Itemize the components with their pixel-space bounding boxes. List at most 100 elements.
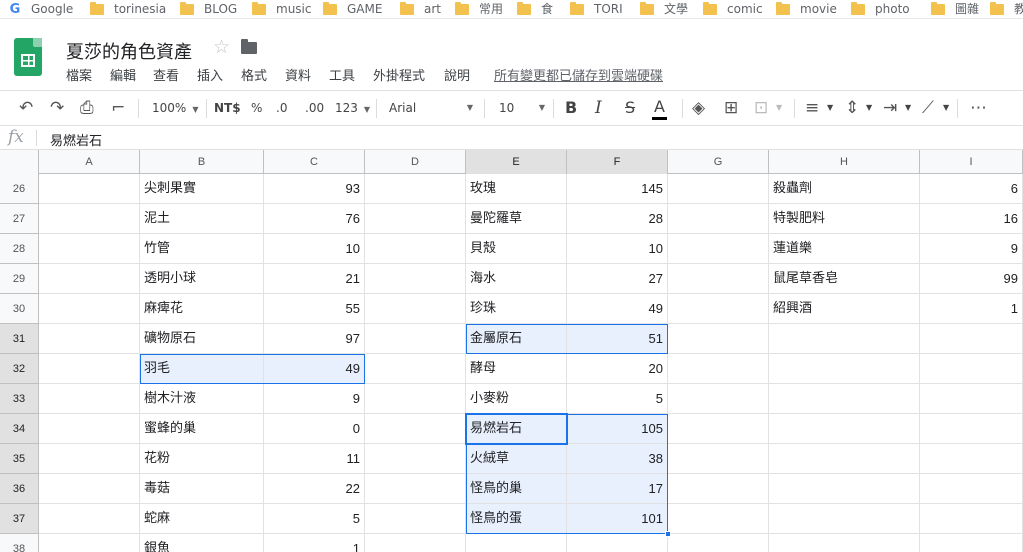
row-header[interactable]: 30: [0, 294, 39, 324]
cell-g29[interactable]: [668, 264, 769, 294]
bookmark-folder[interactable]: 教: [990, 1, 1023, 18]
cell-b30[interactable]: 麻痺花: [140, 294, 264, 324]
cell-e28[interactable]: 貝殼: [466, 234, 567, 264]
cell-a29[interactable]: [39, 264, 140, 294]
cell-c31[interactable]: 97: [264, 324, 365, 354]
fill-handle[interactable]: [665, 531, 671, 537]
cell-c37[interactable]: 5: [264, 504, 365, 534]
sheets-logo-icon[interactable]: [14, 38, 42, 76]
cell-h28[interactable]: 蓮道樂: [769, 234, 920, 264]
cell-b31[interactable]: 礦物原石: [140, 324, 264, 354]
more-formats-select[interactable]: 123 ▼: [335, 91, 370, 125]
cell-f29[interactable]: 27: [567, 264, 668, 294]
cell-h33[interactable]: [769, 384, 920, 414]
cell-h38[interactable]: [769, 534, 920, 552]
cell-c33[interactable]: 9: [264, 384, 365, 414]
cell-i37[interactable]: [920, 504, 1023, 534]
fill-color-icon[interactable]: ◈: [692, 91, 705, 125]
merge-cells-icon[interactable]: ⊡: [754, 91, 768, 125]
cell-b26[interactable]: 尖刺果實: [140, 174, 264, 204]
cell-g35[interactable]: [668, 444, 769, 474]
text-wrapping-icon[interactable]: ⇥: [883, 91, 897, 125]
column-header-a[interactable]: A: [39, 150, 140, 174]
cell-i31[interactable]: [920, 324, 1023, 354]
cell-b36[interactable]: 毒菇: [140, 474, 264, 504]
cell-f38[interactable]: [567, 534, 668, 552]
print-icon[interactable]: ⎙: [80, 91, 94, 125]
more-options-icon[interactable]: ⋯: [970, 91, 987, 125]
cell-e27[interactable]: 曼陀羅草: [466, 204, 567, 234]
paint-format-icon[interactable]: ⌐: [111, 91, 125, 125]
cell-f37[interactable]: 101: [567, 504, 668, 534]
text-color-button[interactable]: A: [652, 91, 667, 125]
cell-g28[interactable]: [668, 234, 769, 264]
cell-b33[interactable]: 樹木汁液: [140, 384, 264, 414]
cell-h30[interactable]: 紹興酒: [769, 294, 920, 324]
document-title[interactable]: 夏莎的角色資產: [66, 38, 192, 64]
cell-c32[interactable]: 49: [264, 354, 365, 384]
cell-f36[interactable]: 17: [567, 474, 668, 504]
cell-b34[interactable]: 蜜蜂的巢: [140, 414, 264, 444]
cell-c38[interactable]: 1: [264, 534, 365, 552]
cell-a34[interactable]: [39, 414, 140, 444]
currency-format-button[interactable]: NT$: [214, 91, 241, 125]
cell-h35[interactable]: [769, 444, 920, 474]
select-all-corner[interactable]: [0, 150, 39, 174]
cell-h34[interactable]: [769, 414, 920, 444]
cell-d26[interactable]: [365, 174, 466, 204]
cell-b28[interactable]: 竹管: [140, 234, 264, 264]
menu-view[interactable]: 查看: [153, 65, 179, 84]
cell-a30[interactable]: [39, 294, 140, 324]
column-header-g[interactable]: G: [668, 150, 769, 174]
cell-d31[interactable]: [365, 324, 466, 354]
menu-insert[interactable]: 插入: [197, 65, 223, 84]
cell-g27[interactable]: [668, 204, 769, 234]
cell-g33[interactable]: [668, 384, 769, 414]
bookmark-google[interactable]: G Google: [8, 1, 74, 18]
bookmark-folder[interactable]: torinesia: [90, 1, 166, 18]
bookmark-folder[interactable]: 食: [517, 1, 553, 18]
cell-e32[interactable]: 酵母: [466, 354, 567, 384]
increase-decimals-button[interactable]: .00: [305, 91, 324, 125]
cell-i36[interactable]: [920, 474, 1023, 504]
cell-d35[interactable]: [365, 444, 466, 474]
row-header[interactable]: 27: [0, 204, 39, 234]
zoom-select[interactable]: 100% ▼: [152, 91, 198, 125]
cell-a31[interactable]: [39, 324, 140, 354]
cell-e31[interactable]: 金屬原石: [466, 324, 567, 354]
cell-f35[interactable]: 38: [567, 444, 668, 474]
move-to-folder-icon[interactable]: [241, 39, 257, 54]
row-header[interactable]: 38: [0, 534, 39, 552]
text-rotation-icon[interactable]: ⟋: [922, 91, 934, 125]
cell-a32[interactable]: [39, 354, 140, 384]
spreadsheet-grid[interactable]: ABCDEFGHI 26 尖刺果實 93 玫瑰 145 殺蟲劑 6 27 泥土 76 曼陀羅草 28 特…: [0, 150, 1023, 552]
cell-b32[interactable]: 羽毛: [140, 354, 264, 384]
italic-button[interactable]: I: [595, 91, 602, 125]
bookmark-folder[interactable]: 常用: [455, 1, 503, 18]
cell-b37[interactable]: 蛇麻: [140, 504, 264, 534]
cell-i38[interactable]: [920, 534, 1023, 552]
menu-format[interactable]: 格式: [241, 65, 267, 84]
row-header[interactable]: 37: [0, 504, 39, 534]
menu-addons[interactable]: 外掛程式: [373, 65, 425, 84]
column-header-h[interactable]: H: [769, 150, 920, 174]
cell-d34[interactable]: [365, 414, 466, 444]
bookmark-folder[interactable]: BLOG: [180, 1, 237, 18]
cell-c27[interactable]: 76: [264, 204, 365, 234]
cell-a28[interactable]: [39, 234, 140, 264]
cell-h37[interactable]: [769, 504, 920, 534]
column-header-f[interactable]: F: [567, 150, 668, 174]
cell-b35[interactable]: 花粉: [140, 444, 264, 474]
cell-e38[interactable]: [466, 534, 567, 552]
cell-d37[interactable]: [365, 504, 466, 534]
percent-format-button[interactable]: %: [251, 91, 262, 125]
cell-c29[interactable]: 21: [264, 264, 365, 294]
cell-i28[interactable]: 9: [920, 234, 1023, 264]
cell-a26[interactable]: [39, 174, 140, 204]
undo-icon[interactable]: ↶: [19, 91, 33, 125]
bookmark-folder[interactable]: photo: [851, 1, 910, 18]
cell-d29[interactable]: [365, 264, 466, 294]
cell-c36[interactable]: 22: [264, 474, 365, 504]
cell-h32[interactable]: [769, 354, 920, 384]
cell-e35[interactable]: 火絨草: [466, 444, 567, 474]
